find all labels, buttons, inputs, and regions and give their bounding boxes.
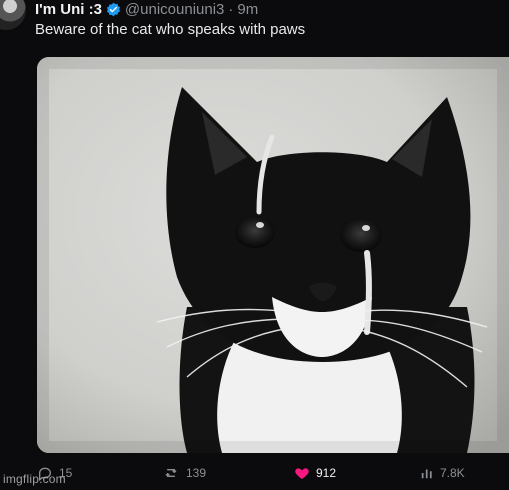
cat-photo: [37, 57, 509, 453]
author-name[interactable]: I'm Uni :3: [35, 1, 102, 18]
like-count: 912: [316, 466, 337, 480]
imgflip-watermark: imgflip.com: [3, 472, 66, 486]
avatar[interactable]: [0, 0, 26, 30]
tweet-meta: I'm Uni :3 @unicouniuni3 · 9m: [35, 0, 258, 18]
meta-separator: ·: [228, 0, 234, 18]
tweet-header: I'm Uni :3 @unicouniuni3 · 9m Beware of …: [0, 0, 509, 50]
author-handle[interactable]: @unicouniuni3: [125, 1, 224, 18]
tweet-text: Beware of the cat who speaks with paws: [35, 21, 306, 38]
tweet-image[interactable]: [37, 57, 509, 453]
views-count: 7.8K: [440, 466, 465, 480]
verified-badge-icon: [106, 2, 121, 17]
views-action[interactable]: 7.8K: [420, 465, 465, 481]
tweet-actions: 15 139 912 7.8K: [0, 465, 509, 489]
like-action[interactable]: 912: [294, 465, 336, 481]
retweet-icon: [162, 465, 180, 481]
retweet-count: 139: [186, 466, 207, 480]
retweet-action[interactable]: 139: [162, 465, 206, 481]
views-icon: [420, 465, 434, 481]
timestamp[interactable]: 9m: [237, 1, 258, 18]
heart-icon: [294, 465, 310, 481]
